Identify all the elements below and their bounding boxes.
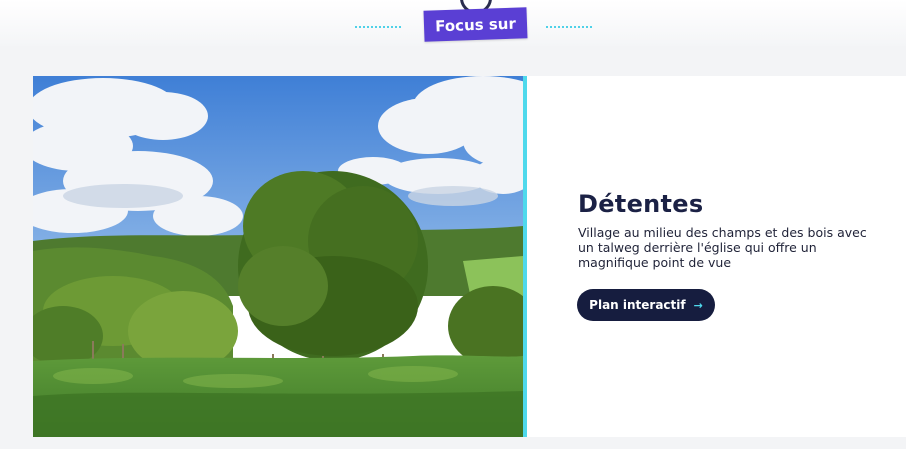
dotted-divider-left	[355, 26, 401, 28]
feature-description: Village au milieu des champs et des bois…	[578, 225, 867, 270]
arrow-right-icon: →	[693, 298, 703, 312]
interactive-map-button-label: Plan interactif	[589, 298, 686, 312]
landscape-photo	[33, 76, 523, 437]
interactive-map-button[interactable]: Plan interactif →	[577, 289, 715, 321]
feature-title: Détentes	[578, 190, 704, 218]
accent-border	[523, 76, 527, 437]
feature-card: Détentes Village au milieu des champs et…	[33, 76, 906, 437]
dotted-divider-right	[546, 26, 592, 28]
focus-badge: Focus sur	[423, 7, 528, 42]
top-bar: Focus sur	[0, 0, 906, 46]
